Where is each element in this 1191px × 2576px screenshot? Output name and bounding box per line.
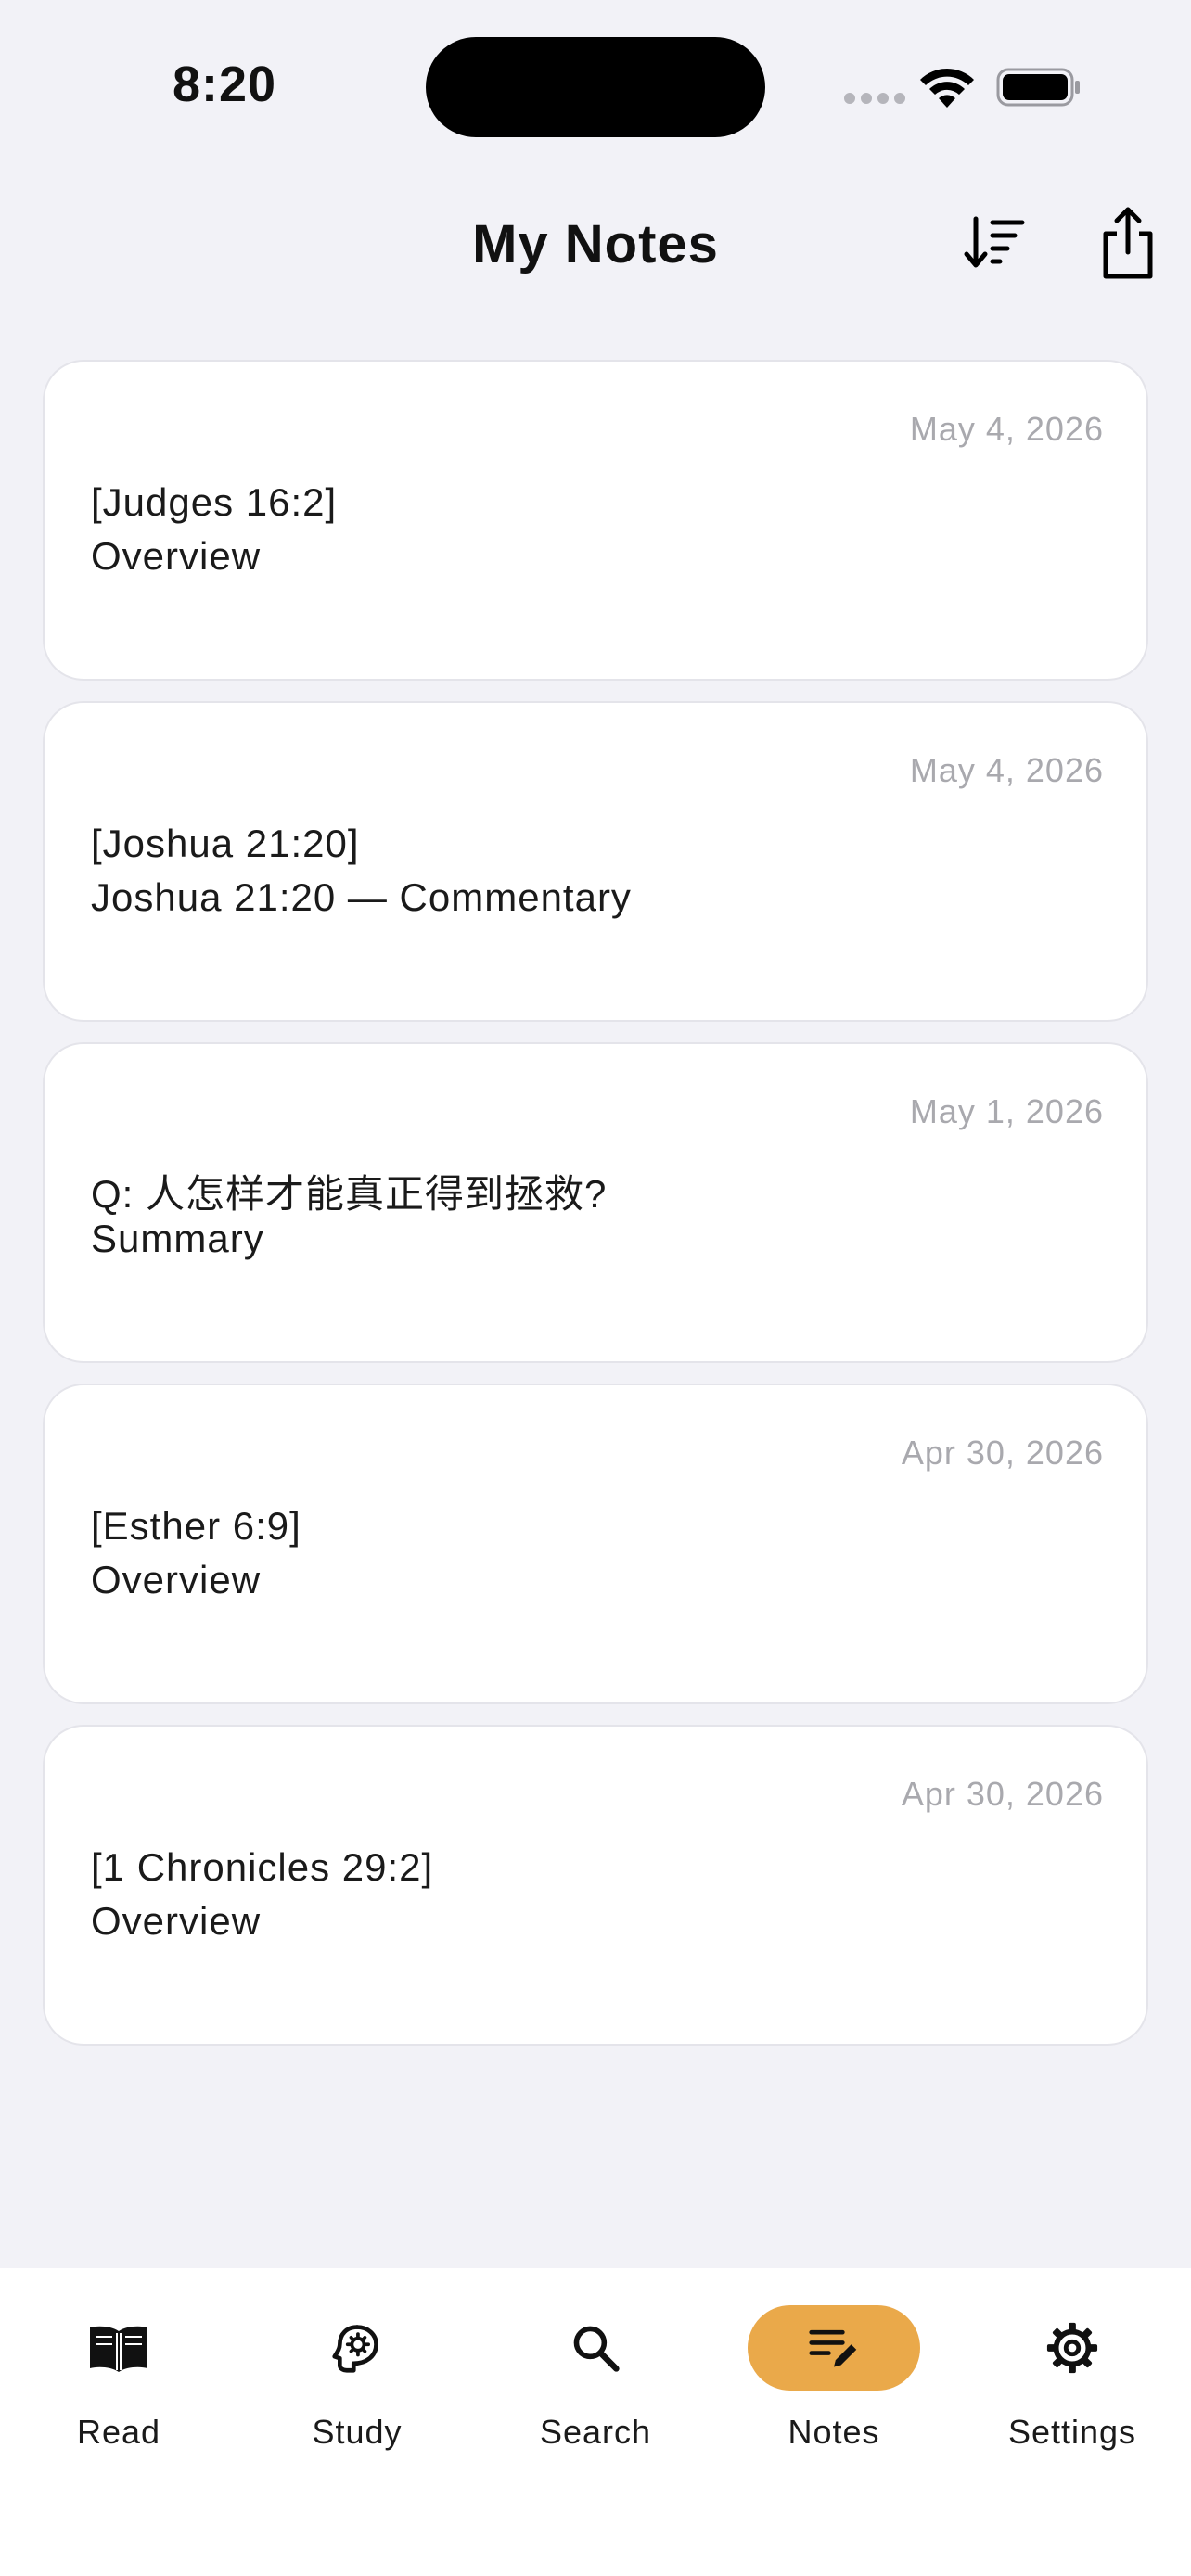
notes-list: May 4, 2026 [Judges 16:2] Overview May 4… xyxy=(43,360,1148,2066)
note-title: [1 Chronicles 29:2] xyxy=(91,1845,434,1889)
note-date: Apr 30, 2026 xyxy=(901,1775,1104,1813)
note-title: [Esther 6:9] xyxy=(91,1504,301,1548)
note-card[interactable]: May 1, 2026 Q: 人怎样才能真正得到拯救? Summary xyxy=(43,1042,1148,1363)
wifi-icon xyxy=(920,68,974,108)
tab-label: Study xyxy=(312,2413,403,2451)
note-subtitle: Overview xyxy=(91,534,262,578)
cellular-signal-icon xyxy=(844,93,905,106)
tab-settings[interactable]: Settings xyxy=(970,2305,1174,2463)
status-time: 8:20 xyxy=(173,57,277,112)
share-icon xyxy=(1103,207,1153,279)
tab-label: Notes xyxy=(788,2413,880,2451)
header: My Notes xyxy=(0,185,1191,306)
status-bar: 8:20 xyxy=(0,0,1191,167)
brain-icon xyxy=(332,2325,378,2373)
note-title: Q: 人怎样才能真正得到拯救? xyxy=(91,1172,608,1216)
note-title: [Joshua 21:20] xyxy=(91,822,360,865)
battery-icon xyxy=(996,68,1080,107)
note-card[interactable]: May 4, 2026 [Joshua 21:20] Joshua 21:20 … xyxy=(43,701,1148,1022)
sort-button[interactable] xyxy=(961,210,1028,276)
note-card[interactable]: May 4, 2026 [Judges 16:2] Overview xyxy=(43,360,1148,681)
note-date: May 4, 2026 xyxy=(909,751,1104,789)
tab-search[interactable]: Search xyxy=(493,2305,698,2463)
dynamic-island xyxy=(426,37,765,137)
tab-notes[interactable]: Notes xyxy=(732,2305,936,2463)
screen: 8:20 My Notes May 4, 2026 [Judges 16:2] … xyxy=(0,0,1191,2576)
note-subtitle: Overview xyxy=(91,1558,262,1601)
notes-edit-icon xyxy=(809,2329,857,2367)
note-card[interactable]: Apr 30, 2026 [1 Chronicles 29:2] Overvie… xyxy=(43,1725,1148,2046)
tab-label: Read xyxy=(76,2413,161,2451)
search-icon xyxy=(573,2326,620,2372)
note-subtitle: Joshua 21:20 — Commentary xyxy=(91,875,632,919)
share-button[interactable] xyxy=(1095,206,1161,280)
note-title: [Judges 16:2] xyxy=(91,480,338,524)
sort-descending-icon xyxy=(964,216,1025,268)
note-date: May 4, 2026 xyxy=(909,410,1104,448)
gear-icon xyxy=(1046,2322,1098,2374)
note-subtitle: Summary xyxy=(91,1217,264,1260)
note-date: Apr 30, 2026 xyxy=(901,1434,1104,1472)
book-icon xyxy=(90,2326,147,2372)
tab-label: Settings xyxy=(1007,2413,1137,2451)
tab-bar: Read Study Search Notes Settings xyxy=(0,2268,1191,2576)
tab-label: Search xyxy=(539,2413,652,2451)
tab-read[interactable]: Read xyxy=(17,2305,221,2463)
note-card[interactable]: Apr 30, 2026 [Esther 6:9] Overview xyxy=(43,1384,1148,1704)
note-date: May 1, 2026 xyxy=(909,1092,1104,1130)
note-subtitle: Overview xyxy=(91,1899,262,1943)
tab-study[interactable]: Study xyxy=(255,2305,459,2463)
